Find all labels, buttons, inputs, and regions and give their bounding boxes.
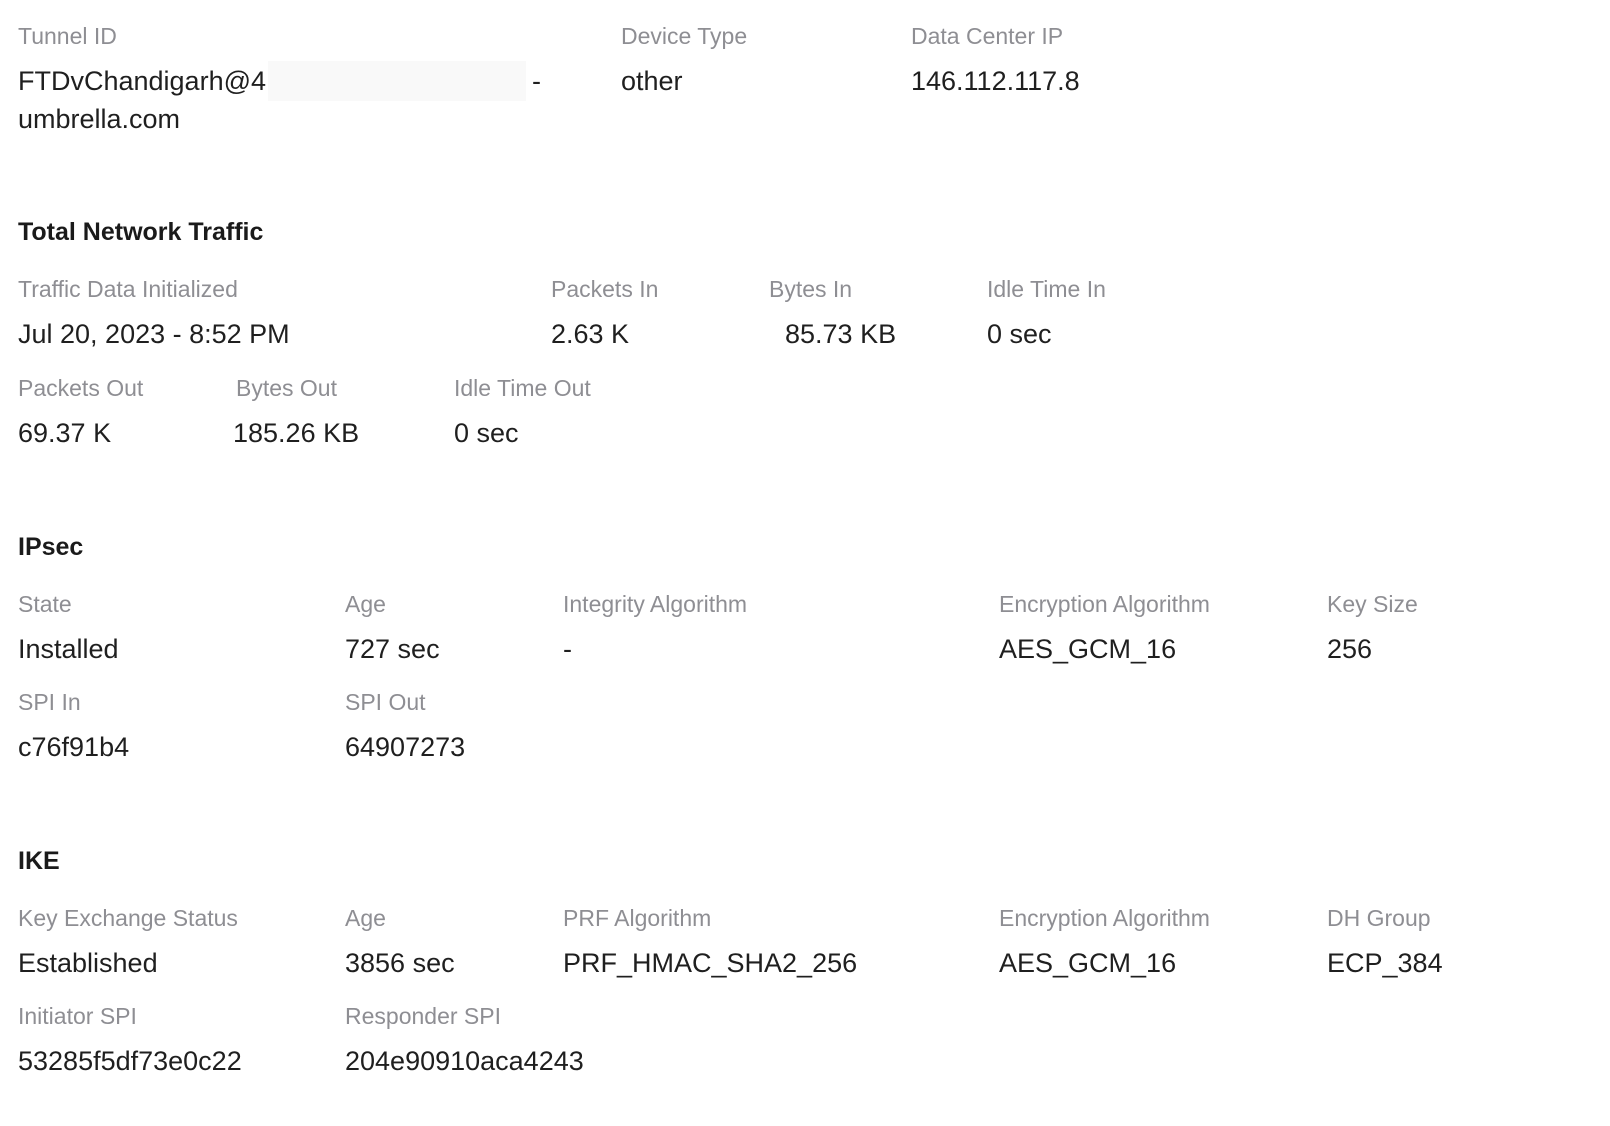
ipsec-spi-out-value: 64907273 xyxy=(345,732,466,762)
bytes-out-label: Bytes Out xyxy=(236,375,337,401)
ike-status-value: Established xyxy=(18,948,158,978)
ike-responder-spi-value: 204e90910aca4243 xyxy=(345,1046,584,1076)
ipsec-key-size-value: 256 xyxy=(1327,634,1373,664)
tunnel-id-field: Tunnel ID FTDvChandigarh@4 - umbrella.com xyxy=(18,22,578,138)
bytes-out-value: 185.26 KB xyxy=(233,418,360,448)
ipsec-integrity-value: - xyxy=(563,634,572,664)
idle-time-in-value: 0 sec xyxy=(987,319,1052,349)
idle-time-out-value: 0 sec xyxy=(454,418,519,448)
data-center-ip-label: Data Center IP xyxy=(911,23,1064,49)
idle-time-out-label: Idle Time Out xyxy=(454,375,591,401)
ike-section-title: IKE xyxy=(18,847,60,875)
ipsec-encryption-value: AES_GCM_16 xyxy=(999,634,1177,664)
ike-initiator-spi-value: 53285f5df73e0c22 xyxy=(18,1046,242,1076)
ipsec-spi-in-field: SPI In c76f91b4 xyxy=(18,688,129,766)
ike-dh-group-value: ECP_384 xyxy=(1327,948,1443,978)
device-type-value: other xyxy=(621,66,683,96)
ipsec-age-label: Age xyxy=(345,591,386,617)
ipsec-spi-out-field: SPI Out 64907273 xyxy=(345,688,465,766)
ipsec-state-field: State Installed xyxy=(18,590,119,668)
data-center-ip-value: 146.112.117.8 xyxy=(911,66,1080,96)
redacted-block xyxy=(268,61,527,101)
traffic-initialized-field: Traffic Data Initialized Jul 20, 2023 - … xyxy=(18,275,290,353)
ipsec-state-label: State xyxy=(18,591,72,617)
tunnel-id-label: Tunnel ID xyxy=(18,23,117,49)
packets-out-field: Packets Out 69.37 K xyxy=(18,374,143,452)
ipsec-key-size-label: Key Size xyxy=(1327,591,1418,617)
ike-encryption-label: Encryption Algorithm xyxy=(999,905,1210,931)
bytes-out-field: Bytes Out 185.26 KB xyxy=(233,374,360,452)
device-type-label: Device Type xyxy=(621,23,748,49)
ike-initiator-spi-label: Initiator SPI xyxy=(18,1003,137,1029)
ipsec-spi-in-value: c76f91b4 xyxy=(18,732,130,762)
traffic-initialized-value: Jul 20, 2023 - 8:52 PM xyxy=(18,319,290,349)
ipsec-integrity-field: Integrity Algorithm - xyxy=(563,590,747,668)
tunnel-id-value-line2: umbrella.com xyxy=(18,104,181,134)
data-center-ip-field: Data Center IP 146.112.117.8 xyxy=(911,22,1080,100)
traffic-section-title: Total Network Traffic xyxy=(18,218,264,246)
ike-status-label: Key Exchange Status xyxy=(18,905,238,931)
ipsec-encryption-field: Encryption Algorithm AES_GCM_16 xyxy=(999,590,1210,668)
ike-dh-group-field: DH Group ECP_384 xyxy=(1327,904,1443,982)
ike-status-field: Key Exchange Status Established xyxy=(18,904,238,982)
ipsec-age-field: Age 727 sec xyxy=(345,590,440,668)
ike-age-field: Age 3856 sec xyxy=(345,904,455,982)
ipsec-spi-in-label: SPI In xyxy=(18,689,81,715)
ike-encryption-value: AES_GCM_16 xyxy=(999,948,1177,978)
ipsec-state-value: Installed xyxy=(18,634,119,664)
packets-out-value: 69.37 K xyxy=(18,418,112,448)
ike-prf-label: PRF Algorithm xyxy=(563,905,712,931)
ipsec-age-value: 727 sec xyxy=(345,634,440,664)
bytes-in-label: Bytes In xyxy=(769,276,853,302)
packets-in-label: Packets In xyxy=(551,276,659,302)
packets-out-label: Packets Out xyxy=(18,375,144,401)
traffic-initialized-label: Traffic Data Initialized xyxy=(18,276,238,302)
ike-prf-value: PRF_HMAC_SHA2_256 xyxy=(563,948,858,978)
device-type-field: Device Type other xyxy=(621,22,747,100)
idle-time-in-field: Idle Time In 0 sec xyxy=(987,275,1106,353)
packets-in-field: Packets In 2.63 K xyxy=(551,275,658,353)
bytes-in-value: 85.73 KB xyxy=(785,319,897,349)
ike-dh-group-label: DH Group xyxy=(1327,905,1431,931)
ike-encryption-field: Encryption Algorithm AES_GCM_16 xyxy=(999,904,1210,982)
ike-prf-field: PRF Algorithm PRF_HMAC_SHA2_256 xyxy=(563,904,857,982)
ipsec-spi-out-label: SPI Out xyxy=(345,689,426,715)
idle-time-in-label: Idle Time In xyxy=(987,276,1106,302)
ipsec-integrity-label: Integrity Algorithm xyxy=(563,591,748,617)
ike-age-label: Age xyxy=(345,905,386,931)
tunnel-id-value: FTDvChandigarh@4 - umbrella.com xyxy=(18,61,578,138)
ike-responder-spi-label: Responder SPI xyxy=(345,1003,501,1029)
ipsec-key-size-field: Key Size 256 xyxy=(1327,590,1418,668)
ike-responder-spi-field: Responder SPI 204e90910aca4243 xyxy=(345,1002,584,1080)
idle-time-out-field: Idle Time Out 0 sec xyxy=(454,374,591,452)
packets-in-value: 2.63 K xyxy=(551,319,630,349)
ike-initiator-spi-field: Initiator SPI 53285f5df73e0c22 xyxy=(18,1002,242,1080)
ipsec-encryption-label: Encryption Algorithm xyxy=(999,591,1210,617)
ike-age-value: 3856 sec xyxy=(345,948,455,978)
ipsec-section-title: IPsec xyxy=(18,533,84,561)
tunnel-id-value-part1: FTDvChandigarh@4 xyxy=(18,66,267,96)
tunnel-id-value-suffix: - xyxy=(532,66,542,96)
bytes-in-field: Bytes In 85.73 KB xyxy=(769,275,896,353)
